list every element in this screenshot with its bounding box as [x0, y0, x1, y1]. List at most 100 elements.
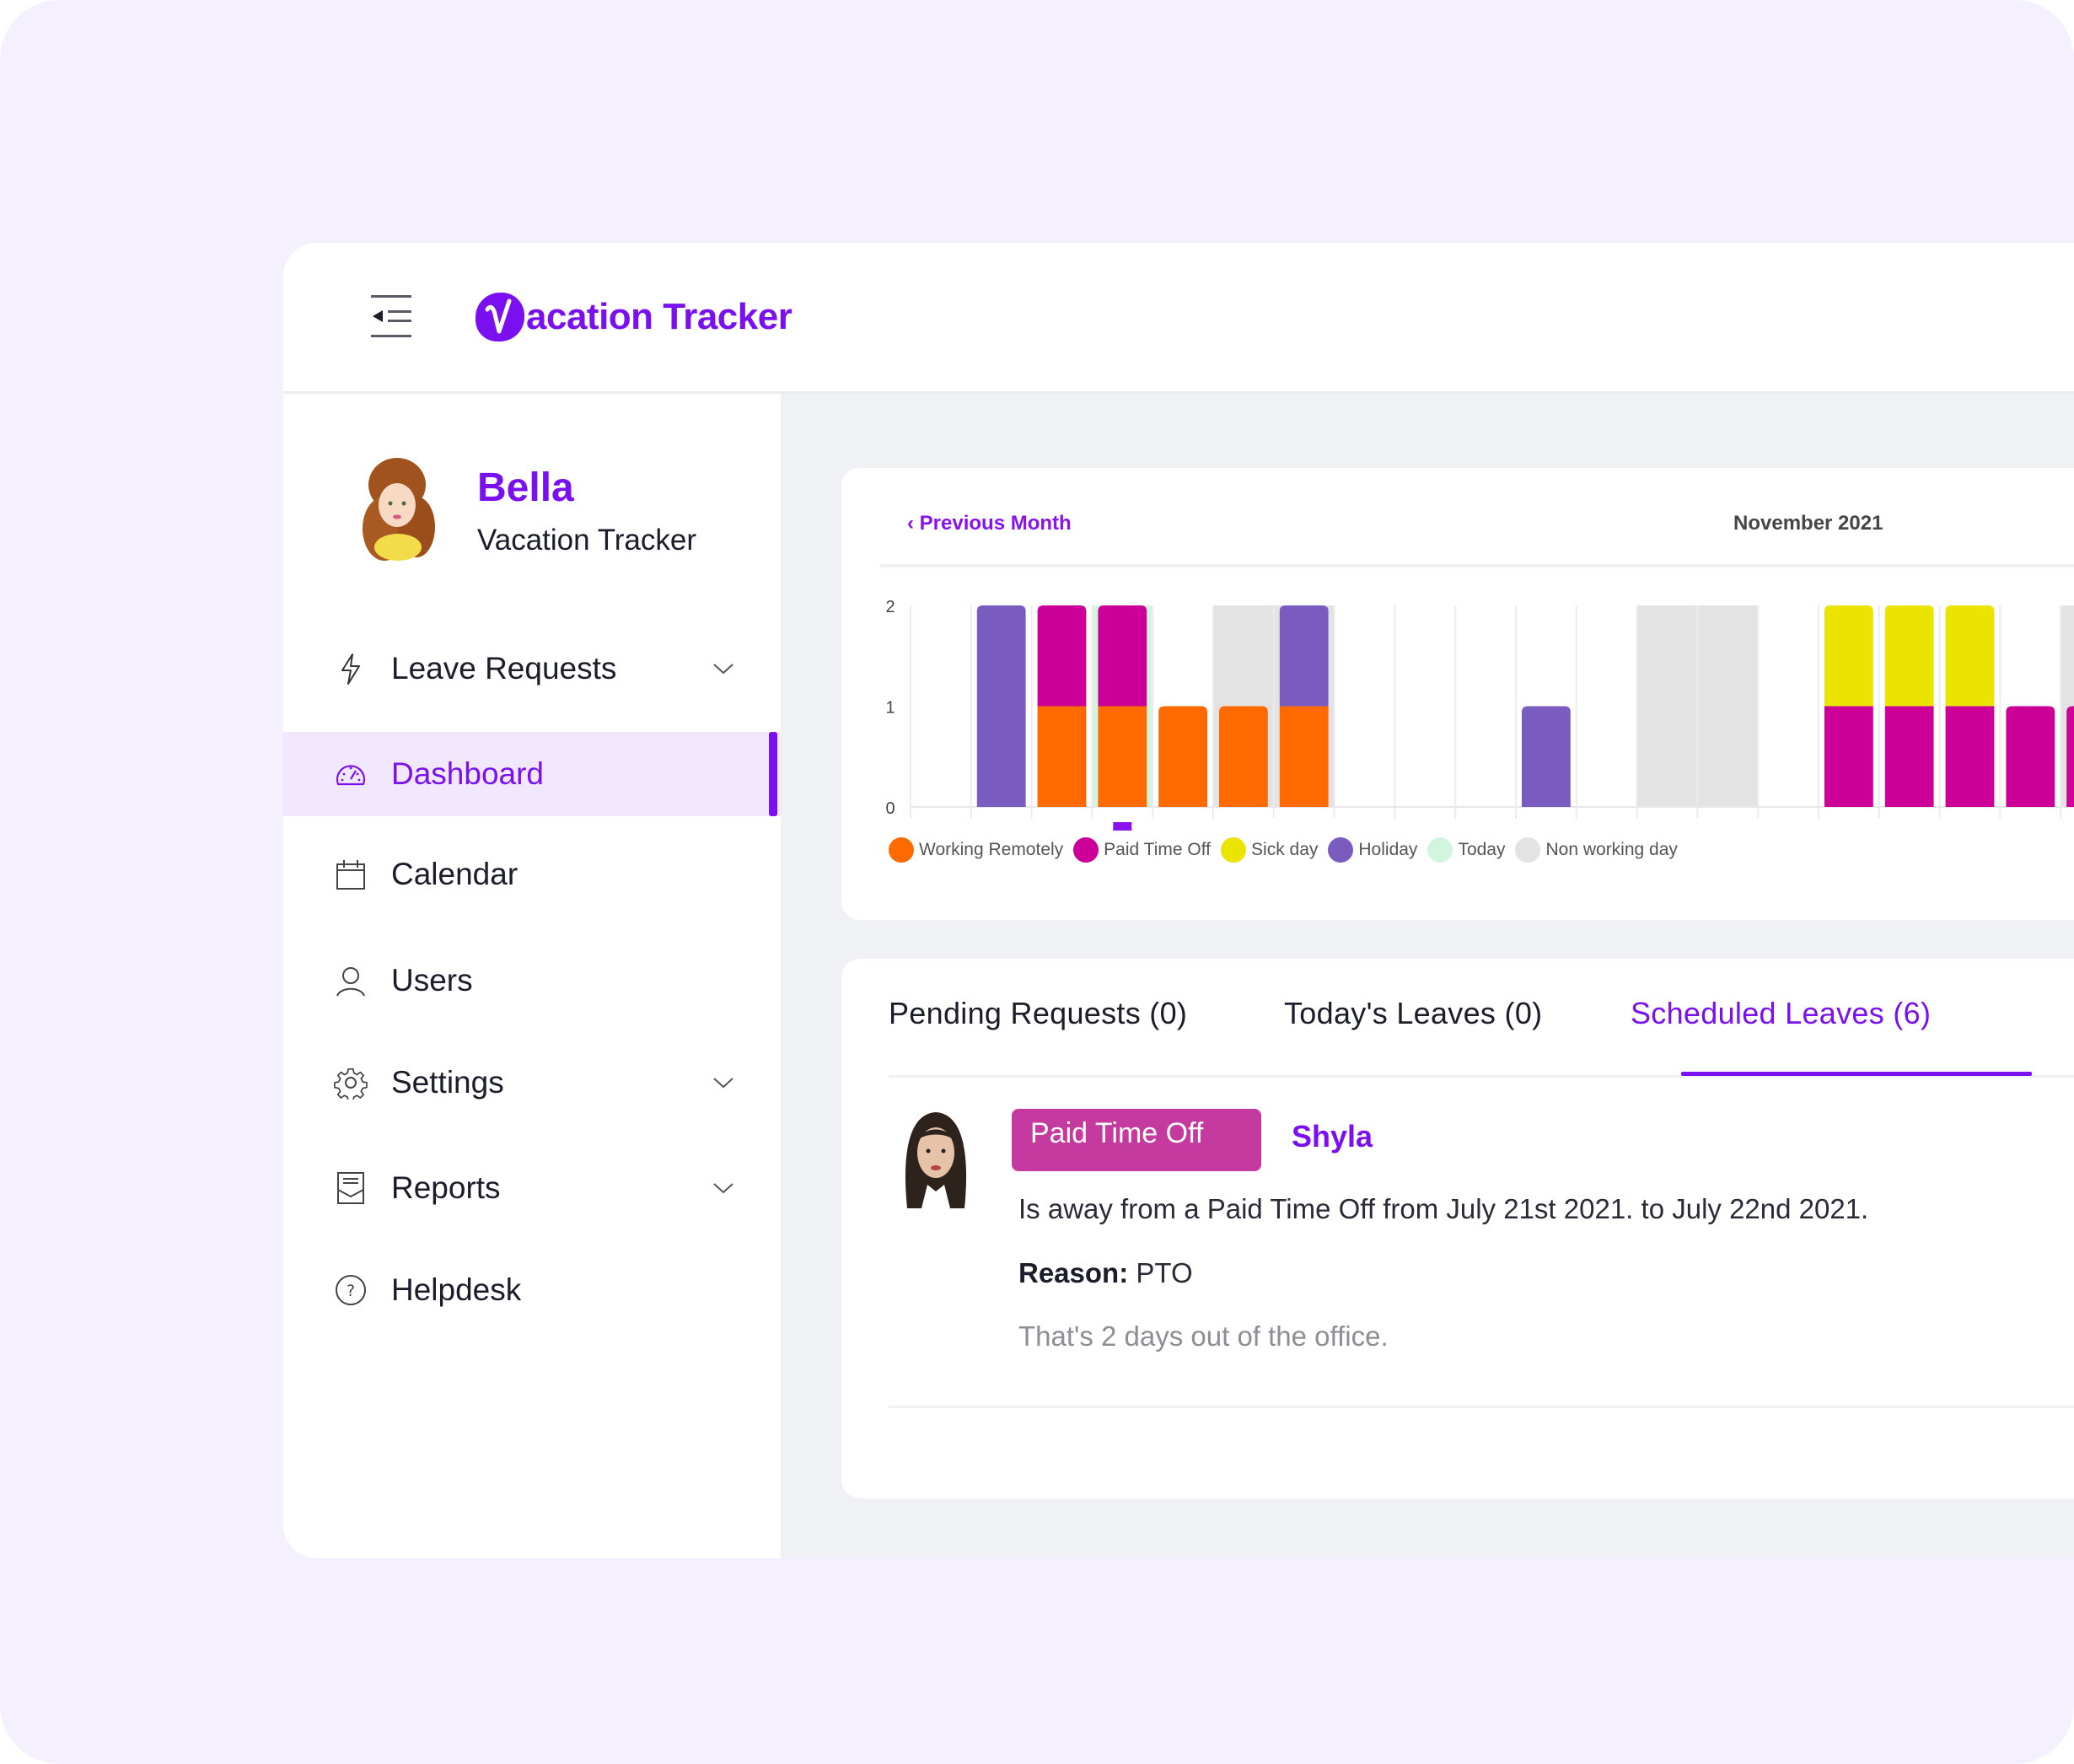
page-background: acation Tracker Bella Vacation Tracker L… — [0, 0, 2074, 1764]
sidebar-item-label: Settings — [391, 1065, 504, 1100]
x-tick-label: 2 — [997, 829, 1006, 831]
x-tick-label: 18 — [1960, 829, 1979, 831]
x-tick-label: 17 — [1900, 829, 1919, 831]
sidebar-item-label: Leave Requests — [391, 651, 617, 686]
bar-segment-working-remotely — [1219, 706, 1268, 807]
x-tick-label: 15 — [1779, 829, 1797, 831]
sidebar: Bella Vacation Tracker Leave Requests Da… — [283, 394, 781, 1558]
collapse-menu-button[interactable] — [369, 293, 413, 339]
tab-pending-requests[interactable]: Pending Requests (0) — [889, 996, 1187, 1031]
report-icon — [337, 1172, 364, 1204]
legend-item[interactable]: Sick day — [1221, 837, 1318, 863]
legend-swatch-icon — [1515, 837, 1541, 863]
leave-tabs: Pending Requests (0) Today's Leaves (0) … — [889, 959, 2074, 1078]
sidebar-item-label: Helpdesk — [391, 1272, 522, 1307]
legend-swatch-icon — [1328, 837, 1354, 863]
legend-label: Working Remotely — [919, 840, 1064, 859]
list-item: Paid Time Off Shyla Is away from a Paid … — [889, 1102, 2074, 1408]
leave-user-link[interactable]: Shyla — [1292, 1119, 1373, 1154]
x-tick-label: 6 — [1238, 829, 1248, 831]
tab-scheduled-leaves[interactable]: Scheduled Leaves (6) — [1631, 996, 1931, 1031]
avatar-image — [363, 458, 435, 561]
legend-item[interactable]: Working Remotely — [889, 837, 1063, 863]
main-content: ‹ Previous Month November 2021 012123456… — [781, 394, 2074, 1558]
legend-item[interactable]: Paid Time Off — [1073, 837, 1211, 863]
legend-item[interactable]: Non working day — [1515, 837, 1678, 863]
user-profile: Bella Vacation Tracker — [351, 453, 755, 571]
reason-label: Reason: — [1018, 1257, 1129, 1288]
y-tick-label: 2 — [885, 598, 895, 616]
legend-swatch-icon — [1221, 837, 1247, 863]
leave-calendar-chart-card: ‹ Previous Month November 2021 012123456… — [841, 468, 2074, 920]
reason-value: PTO — [1128, 1257, 1193, 1288]
bar-segment-holiday — [976, 605, 1026, 807]
leave-reason: Reason: PTO — [1018, 1257, 1193, 1289]
legend-swatch-icon — [889, 837, 914, 863]
sidebar-item-leave-requests[interactable]: Leave Requests — [283, 627, 781, 711]
active-tab-indicator — [1681, 1072, 2032, 1076]
app-window: acation Tracker Bella Vacation Tracker L… — [283, 243, 2074, 1558]
bar-segment-working-remotely — [1158, 706, 1207, 807]
avatar[interactable] — [899, 1107, 973, 1212]
legend-label: Paid Time Off — [1104, 840, 1212, 859]
user-icon — [336, 967, 365, 997]
leave-type-badge: Paid Time Off — [1012, 1109, 1261, 1171]
sidebar-item-label: Dashboard — [391, 756, 545, 791]
user-name: Bella — [477, 465, 574, 510]
sidebar-item-calendar[interactable]: Calendar — [283, 832, 781, 917]
bar-segment-sick-day — [1945, 605, 1995, 707]
sidebar-item-dashboard[interactable]: Dashboard — [283, 732, 781, 816]
x-tick-label: 13 — [1658, 829, 1676, 831]
x-tick-label: 14 — [1718, 829, 1737, 831]
help-circle-icon: ? — [336, 1275, 366, 1305]
y-tick-label: 1 — [885, 699, 895, 718]
sidebar-item-label: Calendar — [391, 857, 518, 891]
legend-item[interactable]: Holiday — [1328, 837, 1417, 863]
legend-swatch-icon — [1427, 837, 1453, 863]
top-bar: acation Tracker — [283, 243, 2074, 394]
non-working-day-band — [1697, 605, 1759, 807]
legend-swatch-icon — [1073, 837, 1099, 863]
bar-segment-working-remotely — [1037, 706, 1087, 807]
legend-label: Holiday — [1358, 840, 1418, 859]
x-tick-label: 9 — [1421, 829, 1430, 831]
avatar[interactable] — [351, 453, 443, 562]
bar-segment-holiday — [1522, 706, 1571, 807]
tab-todays-leaves[interactable]: Today's Leaves (0) — [1284, 996, 1542, 1031]
x-tick-label: 11 — [1538, 829, 1556, 831]
sidebar-item-label: Users — [391, 963, 473, 998]
legend-label: Today — [1458, 840, 1506, 859]
leaves-card: Pending Requests (0) Today's Leaves (0) … — [841, 959, 2074, 1498]
gear-icon — [334, 1068, 368, 1100]
sidebar-item-label: Reports — [391, 1170, 501, 1205]
bar-segment-paid-time-off — [1945, 706, 1995, 807]
app-logo[interactable]: acation Tracker — [476, 290, 793, 344]
sidebar-item-users[interactable]: Users — [283, 938, 781, 1023]
legend-item[interactable]: Today — [1427, 837, 1505, 863]
chevron-down-icon[interactable] — [712, 1074, 735, 1091]
user-organization: Vacation Tracker — [477, 524, 697, 557]
sidebar-item-settings[interactable]: Settings — [283, 1041, 781, 1125]
leave-description: Is away from a Paid Time Off from July 2… — [1018, 1193, 1869, 1224]
sidebar-item-helpdesk[interactable]: ? Helpdesk — [283, 1248, 781, 1332]
x-tick-label: 19 — [2021, 829, 2039, 831]
bar-segment-paid-time-off — [2006, 706, 2055, 807]
menu-collapse-icon — [371, 295, 411, 337]
chevron-down-icon[interactable] — [712, 1180, 735, 1197]
chevron-down-icon[interactable] — [712, 660, 735, 677]
bar-segment-working-remotely — [1098, 706, 1147, 807]
leave-bar-chart: 0121234567891011121314151617181920 — [885, 598, 2074, 831]
sidebar-item-reports[interactable]: Reports — [283, 1146, 781, 1230]
x-tick-label: 8 — [1360, 829, 1369, 831]
x-tick-label: 10 — [1476, 829, 1495, 831]
x-tick-label: 5 — [1179, 829, 1188, 831]
legend-label: Non working day — [1545, 840, 1678, 859]
bar-segment-paid-time-off — [1824, 706, 1873, 807]
bar-segment-sick-day — [1884, 605, 1934, 707]
bar-segment-holiday — [1279, 605, 1329, 707]
speedometer-icon — [336, 765, 366, 786]
non-working-day-band — [1636, 605, 1698, 807]
x-tick-label: 16 — [1840, 829, 1858, 831]
lightning-icon — [341, 653, 360, 685]
bar-segment-paid-time-off — [1098, 605, 1147, 707]
